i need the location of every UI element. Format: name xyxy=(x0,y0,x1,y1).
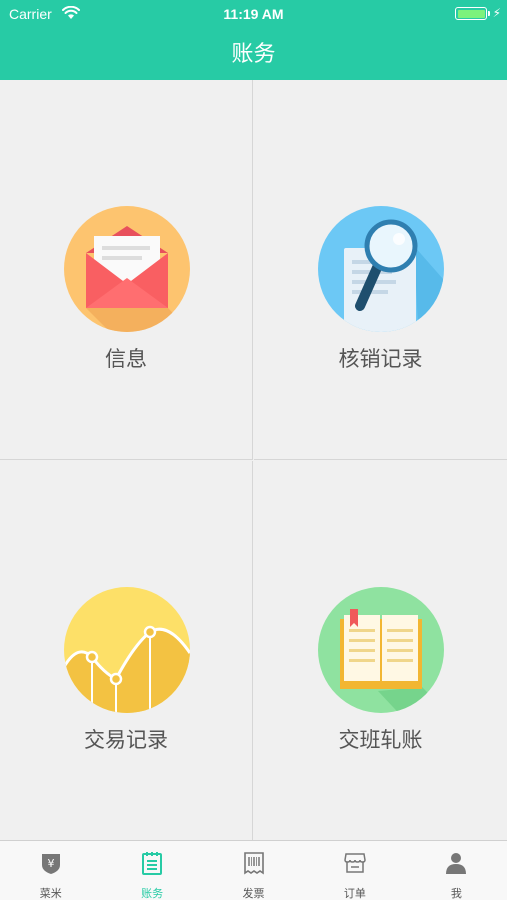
tile-shift-handover[interactable]: 交班轧账 xyxy=(254,461,507,841)
battery-cap xyxy=(488,11,490,16)
charging-icon: ⚡ xyxy=(492,6,501,20)
page-title: 账务 xyxy=(231,42,276,67)
tab-bar: ¥ 菜米 账务 发票 订单 我 xyxy=(0,840,507,900)
tile-messages[interactable]: 信息 xyxy=(0,80,253,460)
tab-label: 账务 xyxy=(141,887,164,900)
open-book-icon xyxy=(318,587,444,713)
battery-icon xyxy=(455,7,487,20)
person-icon xyxy=(446,853,467,874)
yen-shield-icon: ¥ xyxy=(41,854,60,874)
clock-time: 11:19 AM xyxy=(223,6,284,22)
menu-grid: 信息 核销记录 交易记录 交班轧账 xyxy=(0,80,507,841)
tile-verification-records[interactable]: 核销记录 xyxy=(254,80,507,460)
tab-label: 发票 xyxy=(242,887,265,900)
svg-text:¥: ¥ xyxy=(47,857,54,870)
notepad-icon xyxy=(142,852,163,875)
tab-invoice[interactable]: 发票 xyxy=(203,841,304,900)
tab-label: 菜米 xyxy=(39,887,62,900)
line-chart-icon xyxy=(64,587,190,713)
tile-label: 信息 xyxy=(105,347,147,371)
tile-label: 交班轧账 xyxy=(338,728,423,752)
tile-transaction-records[interactable]: 交易记录 xyxy=(0,461,253,841)
header: Carrier 11:19 AM ⚡ 账务 xyxy=(0,0,507,80)
tab-orders[interactable]: 订单 xyxy=(304,841,405,900)
envelope-icon xyxy=(64,206,190,332)
status-bar: Carrier 11:19 AM ⚡ xyxy=(0,0,507,28)
tab-accounts[interactable]: 账务 xyxy=(101,841,202,900)
tab-label: 订单 xyxy=(343,887,366,900)
tab-caimi[interactable]: ¥ 菜米 xyxy=(0,841,101,900)
magnifier-document-icon xyxy=(318,206,444,332)
storefront-icon xyxy=(344,853,366,873)
tile-label: 交易记录 xyxy=(84,728,168,752)
barcode-receipt-icon xyxy=(243,852,264,875)
tab-label: 我 xyxy=(450,887,462,900)
tab-me[interactable]: 我 xyxy=(406,841,507,900)
tile-label: 核销记录 xyxy=(338,347,423,371)
